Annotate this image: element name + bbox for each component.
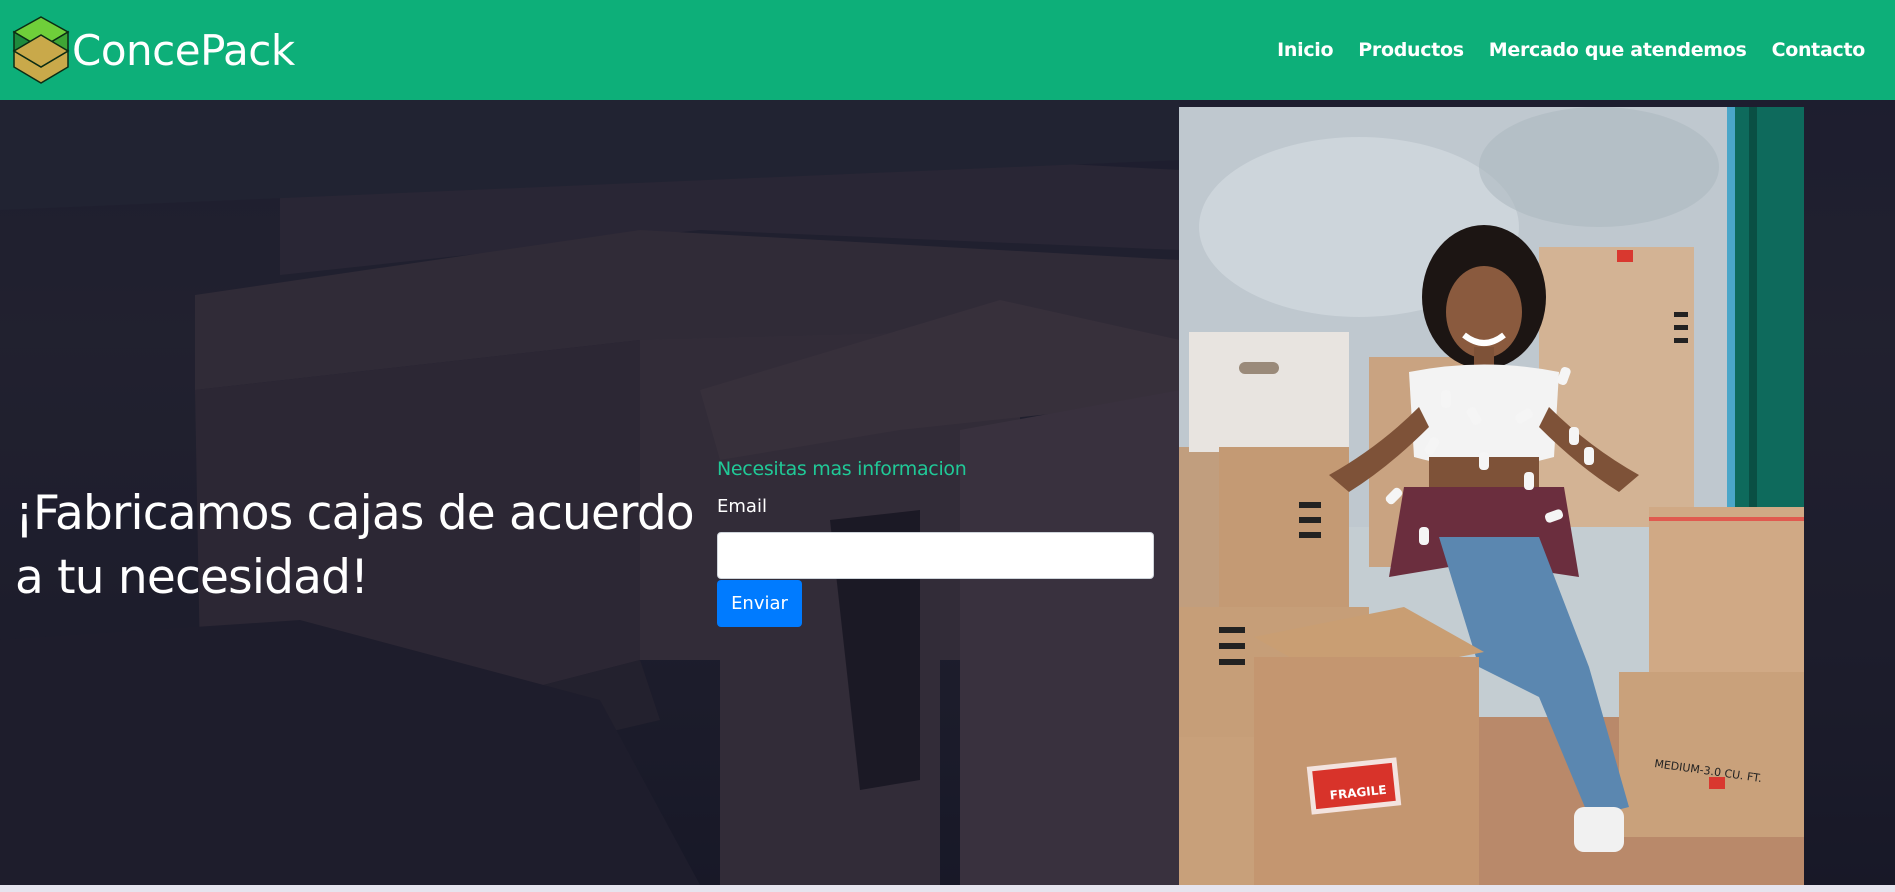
- email-field[interactable]: [717, 532, 1154, 579]
- top-navbar: ConcePack Inicio Productos Mercado que a…: [0, 0, 1895, 100]
- hero-headline: ¡Fabricamos cajas de acuerdo a tu necesi…: [15, 482, 695, 610]
- brand-name: ConcePack: [72, 25, 295, 75]
- brand-link[interactable]: ConcePack: [12, 15, 295, 85]
- woman-with-boxes-photo: MEDIUM-3.0 CU. FT. FRAGILE: [1179, 107, 1804, 885]
- hero-headline-line1: ¡Fabricamos cajas de acuerdo: [15, 486, 695, 541]
- page-bottom-strip: [0, 885, 1895, 892]
- nav-item-inicio[interactable]: Inicio: [1277, 39, 1333, 61]
- nav-item-productos[interactable]: Productos: [1358, 39, 1464, 61]
- hero-section: ¡Fabricamos cajas de acuerdo a tu necesi…: [0, 100, 1895, 885]
- hero-headline-line2: a tu necesidad!: [15, 550, 369, 605]
- submit-button[interactable]: Enviar: [717, 580, 802, 627]
- info-request-form: Necesitas mas informacion Email Enviar: [717, 458, 1155, 627]
- email-label: Email: [717, 496, 767, 517]
- photo-illustration: MEDIUM-3.0 CU. FT. FRAGILE: [1179, 107, 1804, 885]
- nav-item-contacto[interactable]: Contacto: [1772, 39, 1866, 61]
- form-title: Necesitas mas informacion: [717, 458, 967, 480]
- main-nav: Inicio Productos Mercado que atendemos C…: [1277, 0, 1865, 100]
- cube-logo-icon: [12, 16, 70, 84]
- nav-item-mercado[interactable]: Mercado que atendemos: [1489, 39, 1747, 61]
